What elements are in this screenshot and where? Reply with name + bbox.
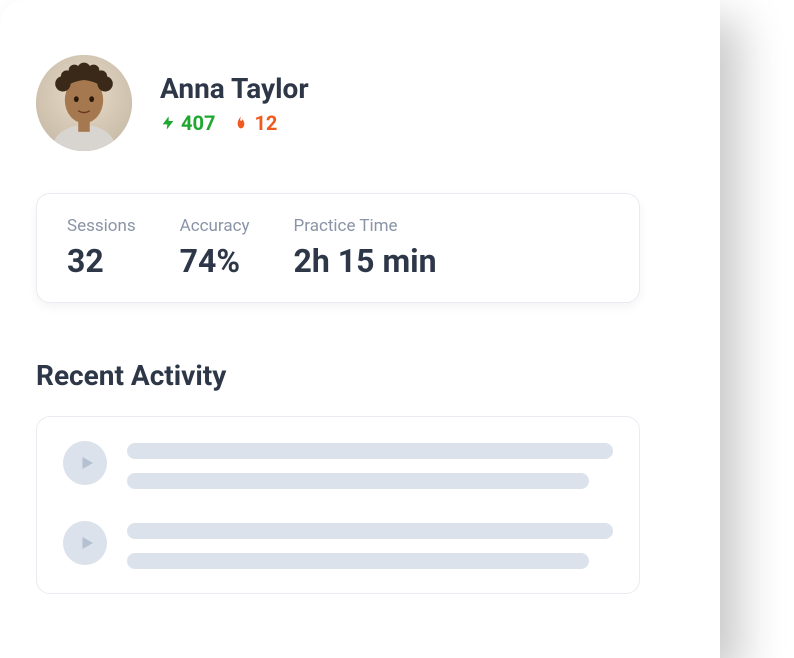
metric-value: 32 (67, 242, 136, 280)
profile-header: Anna Taylor 407 12 (36, 55, 720, 151)
skeleton-line (127, 473, 589, 489)
profile-card: Anna Taylor 407 12 Sessions 32 (0, 0, 720, 658)
play-icon (78, 534, 96, 552)
avatar[interactable] (36, 55, 132, 151)
skeleton-line (127, 553, 589, 569)
streak-value: 12 (254, 111, 277, 135)
activity-item[interactable] (63, 441, 613, 489)
play-icon (78, 454, 96, 472)
metric-value: 2h 15 min (294, 242, 437, 280)
points-stat: 407 (160, 111, 215, 135)
play-button[interactable] (63, 441, 107, 485)
profile-name: Anna Taylor (160, 72, 309, 105)
bolt-icon (160, 113, 176, 133)
metric-label: Accuracy (180, 216, 250, 236)
metric-sessions: Sessions 32 (67, 216, 136, 280)
metric-value: 74% (180, 242, 250, 280)
activity-card (36, 416, 640, 594)
profile-info: Anna Taylor 407 12 (160, 72, 309, 135)
metric-accuracy: Accuracy 74% (180, 216, 250, 280)
metric-label: Sessions (67, 216, 136, 236)
play-button[interactable] (63, 521, 107, 565)
metric-practice-time: Practice Time 2h 15 min (294, 216, 437, 280)
flame-icon (233, 113, 249, 133)
activity-skeleton (127, 521, 613, 569)
points-value: 407 (181, 111, 215, 135)
avatar-image (36, 55, 132, 151)
recent-activity-title: Recent Activity (36, 359, 720, 392)
streak-stat: 12 (233, 111, 277, 135)
metrics-card: Sessions 32 Accuracy 74% Practice Time 2… (36, 193, 640, 303)
profile-stats: 407 12 (160, 111, 309, 135)
metric-label: Practice Time (294, 216, 437, 236)
activity-item[interactable] (63, 521, 613, 569)
skeleton-line (127, 443, 613, 459)
skeleton-line (127, 523, 613, 539)
activity-skeleton (127, 441, 613, 489)
